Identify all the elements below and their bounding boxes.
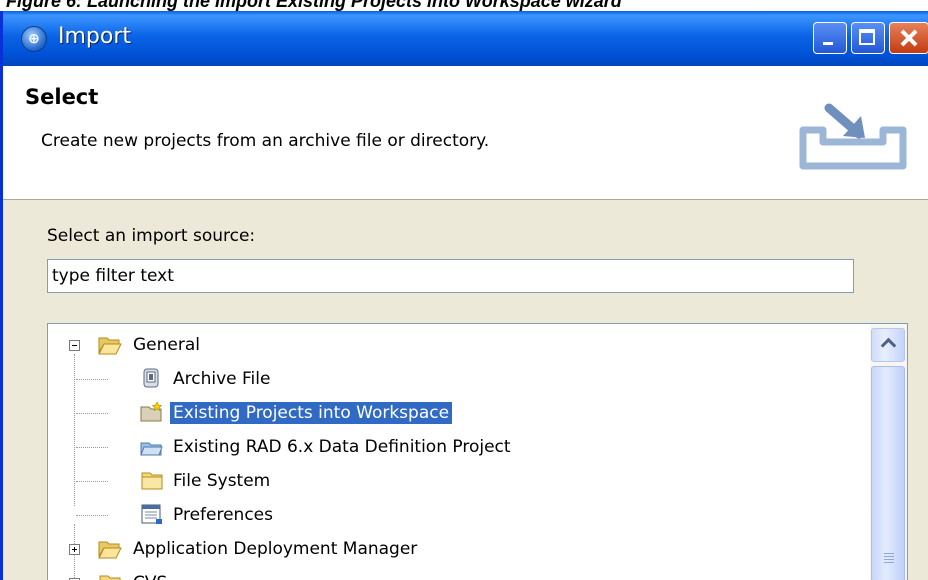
tree-connector — [76, 481, 108, 482]
tree-item-label: CVS — [130, 572, 170, 580]
import-tray-icon — [799, 103, 907, 170]
open-folder-icon — [98, 541, 122, 559]
tree-item-label: Preferences — [173, 505, 273, 525]
open-folder-icon — [98, 337, 122, 355]
thumb-grip — [884, 553, 894, 554]
collapse-icon[interactable] — [69, 340, 80, 351]
tree-connector — [76, 515, 108, 516]
tree-item-label: File System — [173, 471, 271, 491]
maximize-icon[interactable] — [851, 22, 885, 54]
tree-item-archive-file[interactable]: Archive File — [48, 364, 868, 394]
tree-item-data-definition-project[interactable]: Existing RAD 6.x Data Definition Project — [48, 432, 868, 462]
import-source-tree[interactable]: General Archive File Existing Projects i… — [47, 323, 908, 580]
thumb-grip — [884, 562, 894, 563]
tree-item-preferences[interactable]: Preferences — [48, 500, 868, 530]
title-bar[interactable]: ⊕ Import — [3, 11, 928, 66]
tree-scrollbar[interactable] — [870, 324, 907, 580]
tree-item-existing-projects[interactable]: Existing Projects into Workspace — [48, 398, 868, 428]
archive-file-icon — [143, 368, 159, 388]
tree-item-cvs[interactable]: CVS — [48, 568, 868, 580]
scroll-up-icon[interactable] — [871, 328, 905, 362]
tree-connector — [76, 379, 108, 380]
import-dialog: ⊕ Import Select Create new projects from… — [0, 11, 928, 580]
tree-item-label: Existing Projects into Workspace — [170, 402, 453, 424]
tree-item-label: Archive File — [173, 369, 271, 389]
tree-connector — [76, 447, 108, 448]
window-title: Import — [58, 24, 132, 49]
scroll-thumb[interactable] — [871, 366, 905, 580]
page-title: Select — [25, 85, 99, 109]
page-description: Create new projects from an archive file… — [41, 131, 490, 151]
import-source-label: Select an import source: — [47, 226, 256, 246]
tree-item-file-system[interactable]: File System — [48, 466, 868, 496]
expand-icon[interactable] — [69, 544, 80, 555]
tree-item-label: Existing RAD 6.x Data Definition Project — [173, 437, 511, 457]
folder-icon — [99, 575, 121, 580]
close-icon[interactable] — [889, 22, 928, 54]
tree-connector — [76, 413, 108, 414]
existing-projects-icon — [140, 401, 163, 422]
tree-item-general[interactable]: General — [48, 330, 868, 360]
filter-input[interactable] — [47, 259, 854, 293]
wizard-banner: Select Create new projects from an archi… — [3, 66, 928, 200]
tree-item-label: Application Deployment Manager — [133, 539, 418, 559]
minimize-icon[interactable] — [813, 22, 847, 54]
thumb-grip — [884, 559, 894, 560]
data-definition-icon — [140, 442, 163, 456]
folder-icon — [141, 472, 163, 490]
figure-caption: Figure 6: Launching the Import Existing … — [6, 0, 622, 11]
thumb-grip — [884, 556, 894, 557]
preferences-icon — [141, 504, 162, 524]
eclipse-app-icon: ⊕ — [21, 26, 47, 52]
tree-item-application-deployment-manager[interactable]: Application Deployment Manager — [48, 534, 868, 564]
tree-item-label: General — [133, 335, 200, 355]
